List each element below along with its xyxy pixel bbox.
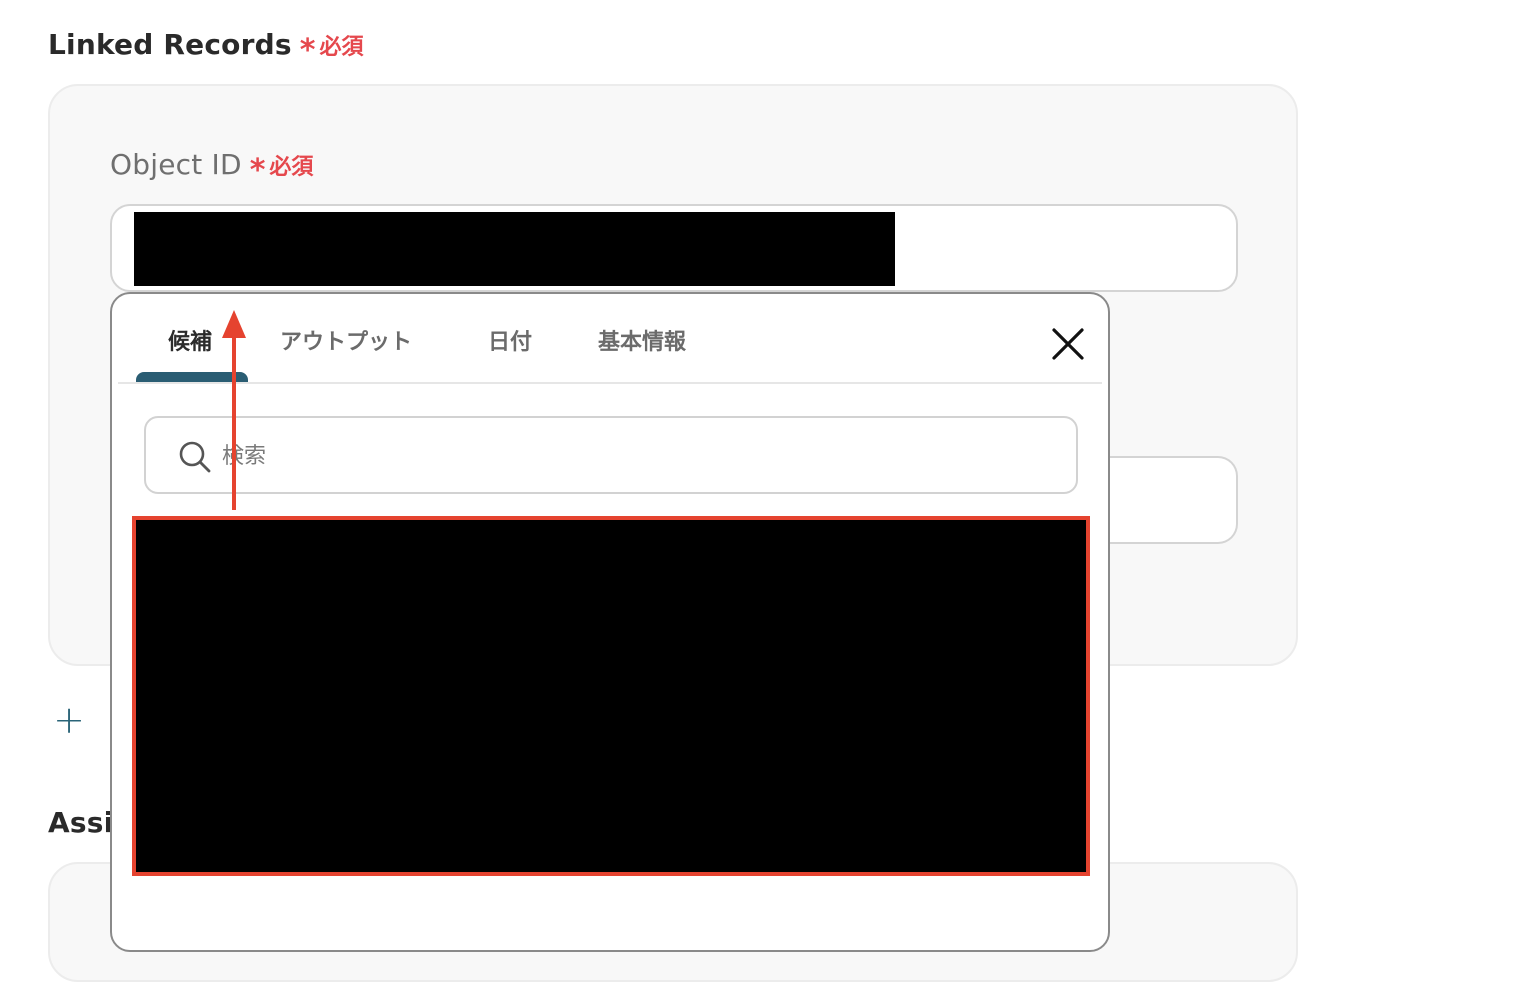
search-input[interactable]	[220, 430, 1044, 482]
value-picker-popup: 候補 アウトプット 日付 基本情報	[110, 292, 1110, 952]
active-tab-indicator	[136, 372, 248, 382]
required-text: 必須	[269, 155, 314, 180]
linked-records-label-text: Linked Records	[48, 28, 292, 61]
required-text: 必須	[319, 35, 364, 60]
plus-icon: +	[53, 698, 85, 742]
object-id-redacted-value	[134, 212, 895, 286]
popup-tab-bar: 候補 アウトプット 日付 基本情報	[118, 294, 1102, 384]
object-id-label: Object ID * 必須	[110, 148, 314, 186]
search-box[interactable]	[144, 416, 1078, 494]
linked-records-label: Linked Records * 必須	[48, 28, 364, 66]
tab-output[interactable]: アウトプット	[280, 324, 412, 356]
close-icon[interactable]	[1050, 326, 1086, 362]
required-indicator: * 必須	[300, 29, 364, 66]
search-icon	[179, 441, 211, 473]
tab-date[interactable]: 日付	[488, 324, 532, 356]
tab-candidates[interactable]: 候補	[168, 324, 212, 356]
highlighted-candidate-list[interactable]	[132, 516, 1090, 876]
required-asterisk-icon: *	[249, 153, 266, 188]
tab-basic-info[interactable]: 基本情報	[598, 324, 686, 356]
next-section-label-text: Assi	[48, 806, 114, 839]
next-section-label: Assi	[48, 806, 113, 839]
object-id-label-text: Object ID	[110, 148, 242, 181]
add-linked-record-button[interactable]: +	[52, 700, 86, 740]
required-indicator: * 必須	[250, 149, 314, 186]
required-asterisk-icon: *	[299, 33, 316, 68]
